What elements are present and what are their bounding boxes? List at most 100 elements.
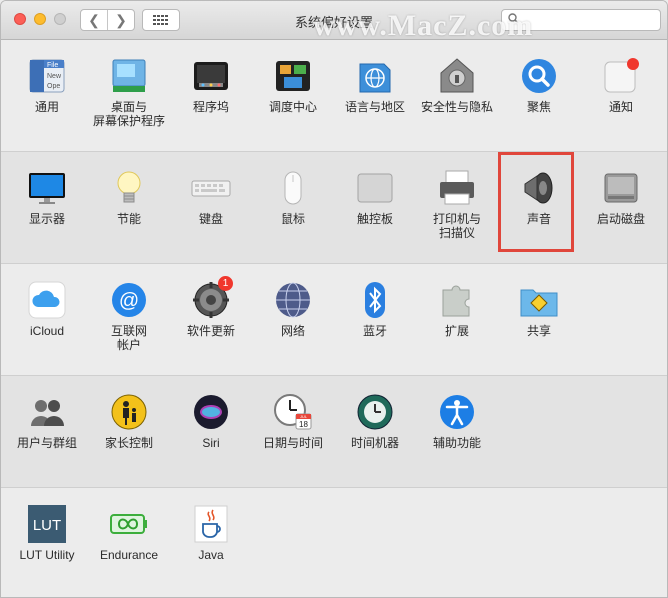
at-sign-icon: @ xyxy=(109,280,149,320)
pref-pane-label: 共享 xyxy=(526,324,551,338)
pref-pane-label: 用户与群组 xyxy=(16,436,77,450)
pref-pane-network[interactable]: 网络 xyxy=(252,280,334,338)
puzzle-icon xyxy=(437,280,477,320)
speaker-icon xyxy=(519,168,559,208)
svg-text:@: @ xyxy=(119,290,139,312)
pref-pane-label: 家长控制 xyxy=(104,436,153,450)
notification-icon xyxy=(601,56,641,96)
magnifier-icon xyxy=(519,56,559,96)
pref-pane-printers[interactable]: 打印机与 扫描仪 xyxy=(416,168,498,240)
siri-icon xyxy=(191,392,231,432)
calendar-day: 18 xyxy=(299,420,308,429)
parental-icon xyxy=(109,392,149,432)
time-machine-icon xyxy=(355,392,395,432)
pref-pane-label: 打印机与 扫描仪 xyxy=(432,212,481,240)
bluetooth-icon xyxy=(355,280,395,320)
pref-pane-label: 程序坞 xyxy=(192,100,229,114)
general-icon-text-3: Ope xyxy=(47,83,60,90)
pref-pane-label: 聚焦 xyxy=(526,100,551,114)
search-input[interactable] xyxy=(522,12,646,28)
pref-pane-accessibility[interactable]: 辅助功能 xyxy=(416,392,498,450)
pref-pane-security[interactable]: 安全性与隐私 xyxy=(416,56,498,114)
pref-pane-label: 辅助功能 xyxy=(432,436,481,450)
system-preferences-window: ❮ ❯ 系统偏好设置 www.MacZ.com File New Ope 通用 桌面与 … xyxy=(0,0,668,598)
sharing-folder-icon xyxy=(519,280,559,320)
pref-pane-label: 通知 xyxy=(608,100,633,114)
pref-pane-extensions[interactable]: 扩展 xyxy=(416,280,498,338)
pref-pane-dock[interactable]: 程序坞 xyxy=(170,56,252,114)
pref-pane-mission-control[interactable]: 调度中心 xyxy=(252,56,334,114)
pref-pane-notifications[interactable]: 通知 xyxy=(580,56,662,114)
clock-calendar-icon: JUL 18 xyxy=(273,392,313,432)
pref-pane-label: 触控板 xyxy=(356,212,393,226)
users-icon xyxy=(27,392,67,432)
keyboard-icon xyxy=(191,168,231,208)
trackpad-icon xyxy=(355,168,395,208)
pref-pane-label: 语言与地区 xyxy=(344,100,405,114)
globe-icon xyxy=(355,56,395,96)
gear-icon: 1 xyxy=(191,276,233,320)
pref-pane-label: 调度中心 xyxy=(268,100,317,114)
house-lock-icon xyxy=(437,56,477,96)
disk-icon xyxy=(601,168,641,208)
pref-pane-label: 通用 xyxy=(34,100,59,114)
pref-pane-icloud[interactable]: iCloud xyxy=(6,280,88,338)
pref-pane-internet-accounts[interactable]: @ 互联网 帐户 xyxy=(88,280,170,352)
pref-pane-trackpad[interactable]: 触控板 xyxy=(334,168,416,226)
pref-pane-endurance[interactable]: Endurance xyxy=(88,504,170,562)
pref-pane-keyboard[interactable]: 键盘 xyxy=(170,168,252,226)
pref-pane-datetime[interactable]: JUL 18 日期与时间 xyxy=(252,392,334,450)
pref-pane-label: 蓝牙 xyxy=(362,324,387,338)
pref-pane-parental[interactable]: 家长控制 xyxy=(88,392,170,450)
calendar-month: JUL xyxy=(300,414,308,419)
pref-pane-label: 显示器 xyxy=(28,212,65,226)
accessibility-icon xyxy=(437,392,477,432)
pref-pane-label: 互联网 帐户 xyxy=(110,324,147,352)
pref-pane-siri[interactable]: Siri xyxy=(170,392,252,450)
pref-pane-java[interactable]: Java xyxy=(170,504,252,562)
mission-control-icon xyxy=(273,56,313,96)
pref-pane-general[interactable]: File New Ope 通用 xyxy=(6,56,88,114)
pref-pane-label: 软件更新 xyxy=(186,324,235,338)
lut-icon: LUT xyxy=(27,504,67,544)
general-icon-text-1: File xyxy=(47,62,58,69)
display-icon xyxy=(27,168,67,208)
pref-pane-bluetooth[interactable]: 蓝牙 xyxy=(334,280,416,338)
search-icon xyxy=(508,13,519,27)
java-cup-icon xyxy=(191,504,231,544)
lut-icon-text: LUT xyxy=(33,517,61,534)
battery-infinity-icon xyxy=(109,504,149,544)
pref-pane-label: 启动磁盘 xyxy=(596,212,645,226)
search-field[interactable] xyxy=(501,9,661,31)
pref-pane-language[interactable]: 语言与地区 xyxy=(334,56,416,114)
bulb-icon xyxy=(109,168,149,208)
pref-pane-label: 时间机器 xyxy=(350,436,399,450)
pref-pane-label: 节能 xyxy=(116,212,141,226)
pref-pane-timemachine[interactable]: 时间机器 xyxy=(334,392,416,450)
pref-pane-label: 日期与时间 xyxy=(262,436,323,450)
pref-pane-label: iCloud xyxy=(29,324,65,338)
pref-pane-label: 桌面与 屏幕保护程序 xyxy=(92,100,165,128)
general-icon-text-2: New xyxy=(47,73,62,80)
pref-pane-label: Java xyxy=(198,548,224,562)
pref-pane-users[interactable]: 用户与群组 xyxy=(6,392,88,450)
pref-pane-spotlight[interactable]: 聚焦 xyxy=(498,56,580,114)
pref-pane-software-update[interactable]: 1 软件更新 xyxy=(170,276,252,338)
pref-pane-mouse[interactable]: 鼠标 xyxy=(252,168,334,226)
pref-pane-desktop[interactable]: 桌面与 屏幕保护程序 xyxy=(88,56,170,128)
pref-pane-startup-disk[interactable]: 启动磁盘 xyxy=(580,168,662,226)
pref-pane-label: 鼠标 xyxy=(280,212,305,226)
general-icon: File New Ope xyxy=(27,56,67,96)
network-globe-icon xyxy=(273,280,313,320)
pref-pane-displays[interactable]: 显示器 xyxy=(6,168,88,226)
pref-pane-sound[interactable]: 声音 xyxy=(498,168,580,226)
pref-pane-sharing[interactable]: 共享 xyxy=(498,280,580,338)
pref-pane-energy[interactable]: 节能 xyxy=(88,168,170,226)
titlebar: ❮ ❯ 系统偏好设置 www.MacZ.com xyxy=(1,1,667,42)
pref-pane-label: 键盘 xyxy=(198,212,223,226)
printer-icon xyxy=(437,168,477,208)
pref-pane-lut-utility[interactable]: LUT LUT Utility xyxy=(6,504,88,562)
pref-pane-label: Siri xyxy=(202,436,220,450)
pref-pane-label: 安全性与隐私 xyxy=(420,100,493,114)
dock-icon xyxy=(191,56,231,96)
